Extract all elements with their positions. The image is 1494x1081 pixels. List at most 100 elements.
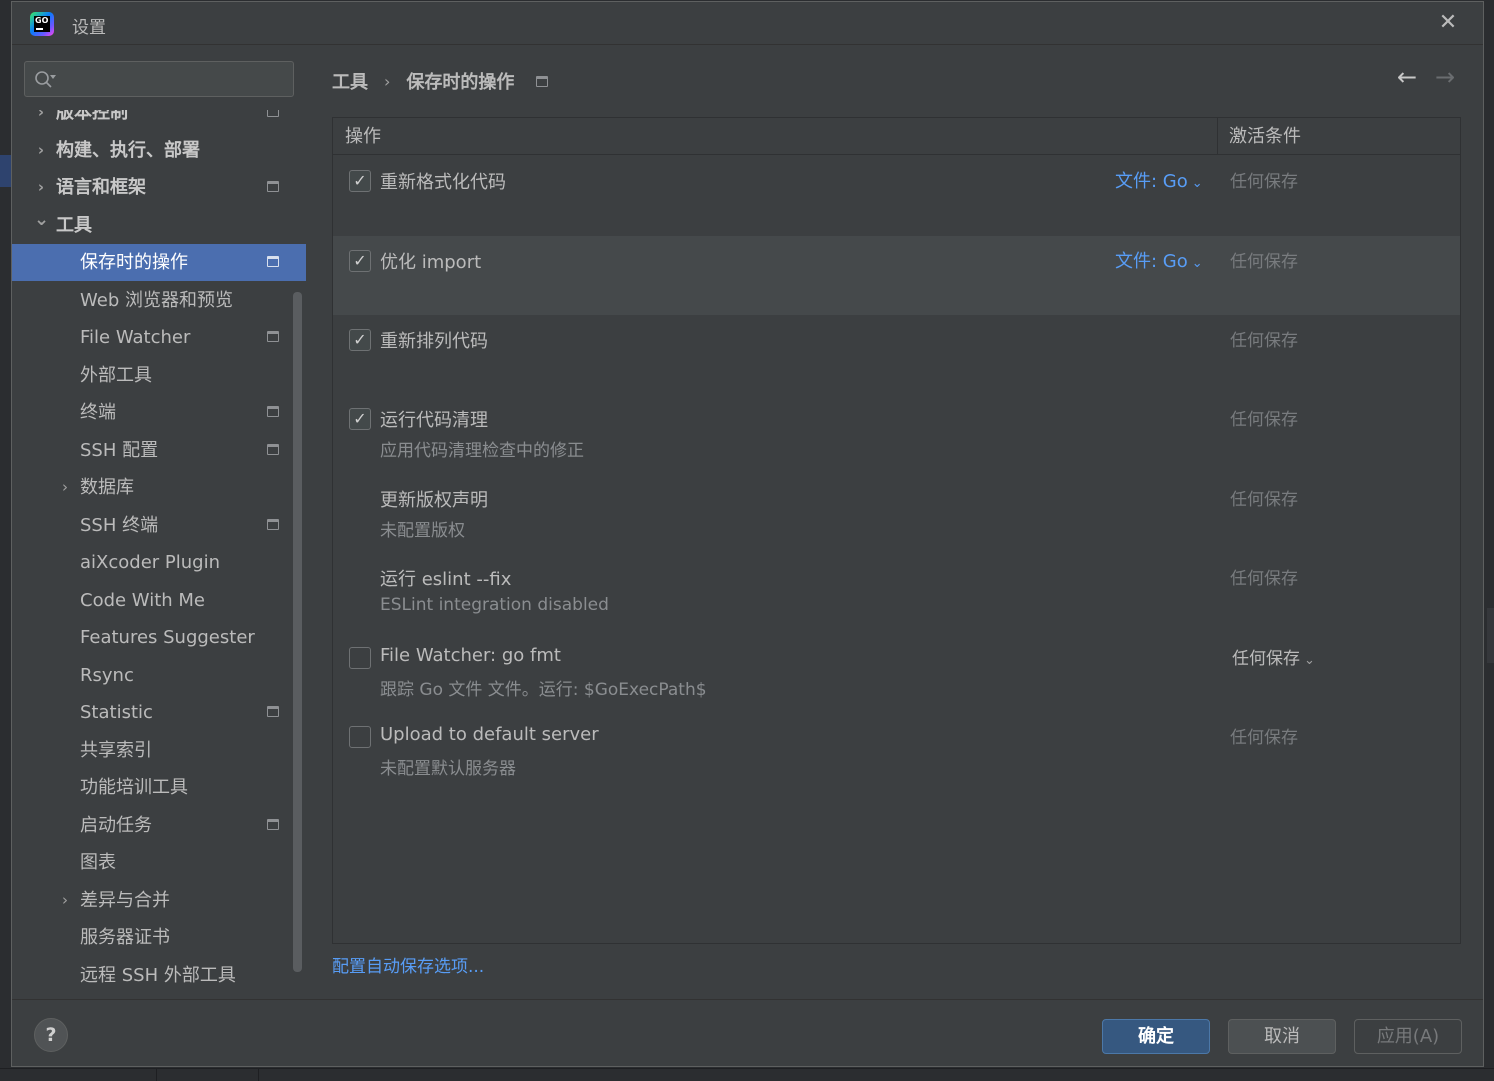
condition-text: 任何保存 [1230,331,1298,351]
row-title: 优化 import [380,252,482,273]
chevron-right-icon[interactable]: › [58,882,72,919]
sidebar-item[interactable]: ⌄ 工具 [12,207,306,244]
row-title: 运行 eslint --fix [380,569,512,590]
sidebar-item-label: 构建、执行、部署 [56,139,200,161]
project-level-icon [267,443,279,455]
sidebar-item[interactable]: 启动任务 [12,807,306,844]
sidebar-item[interactable]: › 构建、执行、部署 [12,132,306,169]
cancel-button[interactable]: 取消 [1228,1019,1336,1054]
sidebar-item-label: 终端 [80,402,116,423]
sidebar-item[interactable]: › 数据库 [12,469,306,506]
sidebar-item-label: SSH 配置 [80,439,159,461]
row-checkbox[interactable] [349,726,371,748]
sidebar-item[interactable]: 终端 [12,394,306,431]
project-level-icon [267,256,279,267]
column-divider[interactable] [1217,118,1218,155]
project-level-icon [267,110,279,117]
table-row[interactable]: Upload to default server 未配置默认服务器 任何保存 [333,712,1460,791]
breadcrumb-separator-icon: › [384,71,391,91]
ide-backdrop-bottom [0,1068,1494,1081]
sidebar-item[interactable]: 外部工具 [12,357,306,394]
sidebar-item-label: 数据库 [80,477,134,498]
search-dropdown-icon[interactable] [50,75,56,79]
sidebar-item[interactable]: Rsync [12,657,306,694]
back-arrow-icon[interactable]: ← [1394,64,1420,90]
sidebar-scrollbar[interactable] [293,292,302,972]
sidebar-item-label: 工具 [56,214,92,236]
sidebar-item-label: 差异与合并 [80,889,170,911]
sidebar-item[interactable]: SSH 终端 [12,507,306,544]
row-checkbox[interactable]: ✓ [349,170,371,192]
row-subtitle: ESLint integration disabled [380,595,609,615]
condition-dropdown[interactable]: 任何保存 ⌄ [1232,644,1315,669]
sidebar-item[interactable]: 图表 [12,844,306,881]
sidebar-item[interactable]: › 语言和框架 [12,169,306,206]
row-subtitle: 跟踪 Go 文件 文件。运行: $GoExecPath$ [380,680,707,700]
table-row[interactable]: ✓ 优化 import 文件: Go ⌄ 任何保存 [333,236,1460,315]
project-level-icon [267,181,279,192]
chevron-down-icon[interactable]: ⌄ [34,207,49,244]
sidebar-item[interactable]: › 差异与合并 [12,882,306,919]
table-row[interactable]: ✓ 重新排列代码 任何保存 [333,315,1460,394]
row-subtitle: 应用代码清理检查中的修正 [380,441,584,461]
file-filter-dropdown[interactable]: 文件: Go ⌄ [1115,167,1203,193]
window-title: 设置 [72,18,106,38]
table-row[interactable]: ✓ 运行代码清理 应用代码清理检查中的修正 任何保存 [333,394,1460,473]
condition-label: 任何保存 [1230,326,1298,351]
sidebar-item[interactable]: Statistic [12,694,306,731]
sidebar-item[interactable]: aiXcoder Plugin [12,544,306,581]
ok-button[interactable]: 确定 [1102,1019,1210,1054]
table-row[interactable]: 运行 eslint --fix ESLint integration disabl… [333,553,1460,632]
sidebar-item-label: SSH 终端 [80,514,159,536]
row-checkbox[interactable] [349,647,371,669]
sidebar-item[interactable]: 远程 SSH 外部工具 [12,957,306,994]
sidebar-item-label: Statistic [80,702,153,723]
breadcrumb-parent[interactable]: 工具 [332,68,368,94]
chevron-right-icon[interactable]: › [34,110,48,131]
project-level-icon [267,331,279,342]
project-level-icon [267,518,279,530]
row-checkbox[interactable]: ✓ [349,250,371,272]
ide-backdrop-right [1484,0,1494,1080]
chevron-right-icon[interactable]: › [58,469,72,506]
file-filter-dropdown[interactable]: 文件: Go ⌄ [1115,247,1203,273]
settings-sidebar: › 版本控制 › 构建、执行、部署 › 语言和框架 ⌄ 工具 保存时的操作 Web 浏览器和预览 F… [12,46,306,999]
sidebar-item-label: Rsync [80,664,134,686]
condition-text: 任何保存 [1230,728,1298,748]
sidebar-item-label: File Watcher [80,327,191,348]
sidebar-item[interactable]: Code With Me [12,582,306,619]
sidebar-item-label: 外部工具 [80,364,152,386]
sidebar-item[interactable]: File Watcher [12,319,306,356]
sidebar-item[interactable]: 功能培训工具 [12,769,306,806]
sidebar-item[interactable]: 保存时的操作 [12,244,306,281]
table-row[interactable]: ✓ 重新格式化代码 文件: Go ⌄ 任何保存 [333,156,1460,235]
chevron-right-icon[interactable]: › [34,169,48,206]
table-row[interactable]: 更新版权声明 未配置版权 任何保存 [333,474,1460,553]
apply-button[interactable]: 应用(A) [1354,1019,1462,1054]
sidebar-item-label: 功能培训工具 [80,777,188,798]
sidebar-item[interactable]: Features Suggester [12,619,306,656]
sidebar-item[interactable]: 共享索引 [12,732,306,769]
help-button[interactable]: ? [34,1018,68,1052]
forward-arrow-icon[interactable]: → [1432,64,1458,90]
condition-text: 任何保存 [1230,172,1298,192]
sidebar-item[interactable]: Web 浏览器和预览 [12,282,306,319]
close-icon[interactable]: ✕ [1436,12,1460,36]
project-level-icon [536,75,549,87]
sidebar-item-label: Code With Me [80,589,205,611]
search-input[interactable] [24,61,294,97]
table-row[interactable]: File Watcher: go fmt 跟踪 Go 文件 文件。运行: $GoE… [333,633,1460,712]
table-header: 操作 激活条件 [333,118,1460,155]
sidebar-item[interactable]: › 版本控制 [12,110,306,131]
column-header-action: 操作 [345,126,381,147]
row-title: Upload to default server [380,724,599,745]
sidebar-item[interactable]: 服务器证书 [12,919,306,956]
sidebar-item[interactable]: SSH 配置 [12,432,306,469]
project-level-icon [267,818,279,830]
configure-autosave-link[interactable]: 配置自动保存选项... [332,952,484,977]
condition-label: 任何保存 [1230,167,1298,192]
main-panel: 工具 › 保存时的操作 ← → 操作 激活条件 ✓ 重新格式化代码 文件: Go ⌄ 任何保… [306,46,1483,999]
chevron-right-icon[interactable]: › [34,132,48,169]
row-checkbox[interactable]: ✓ [349,329,371,351]
row-checkbox[interactable]: ✓ [349,408,371,430]
